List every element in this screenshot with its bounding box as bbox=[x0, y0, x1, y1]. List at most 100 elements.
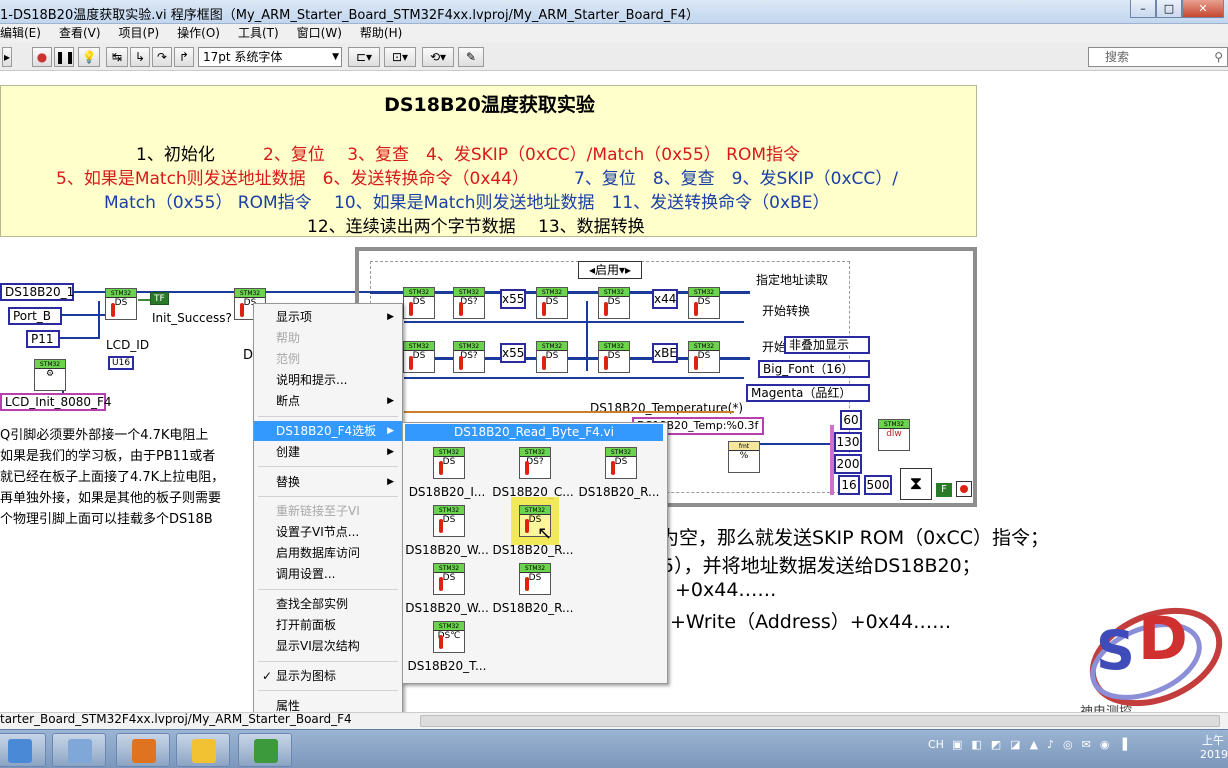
palette-item[interactable]: STM32 DS DS18B20_W... bbox=[405, 561, 489, 619]
right-note-line: 为空，那么就发送SKIP ROM（0xCC）指令； bbox=[660, 527, 1050, 549]
menu-item-description[interactable]: 说明和提示... bbox=[254, 370, 402, 390]
highlight-execution-icon[interactable]: 💡 bbox=[78, 47, 100, 67]
menu-item-visible-items[interactable]: 显示项 ▶ bbox=[254, 307, 402, 327]
menu-item-replace[interactable]: 替换 ▶ bbox=[254, 472, 402, 492]
write-addr-vi-icon[interactable]: STM32 DS bbox=[598, 287, 630, 319]
menu-item-breakpoint[interactable]: 断点 ▶ bbox=[254, 391, 402, 411]
run-arrow-icon[interactable]: ▸ bbox=[2, 47, 12, 67]
menu-edit[interactable]: 编辑(E) bbox=[0, 24, 41, 43]
note-title: DS18B20温度获取实验 bbox=[384, 94, 595, 116]
toolbar: ▸ ● ❚❚ 💡 ↹ ↳ ↷ ↱ 17pt 系统字体 ▼ ⊏▾ ⊡▾ ⟲▾ ✎ bbox=[0, 43, 1228, 71]
x-position-constant[interactable]: 60 bbox=[840, 410, 862, 430]
reorder-icon[interactable]: ⟲▾ bbox=[422, 47, 454, 67]
lcd-draw-vi-icon[interactable]: STM32 dlw bbox=[878, 419, 910, 451]
retain-wire-values-icon[interactable]: ↹ bbox=[106, 47, 128, 67]
u16-indicator[interactable]: U16 bbox=[108, 356, 135, 370]
case-selector[interactable]: ◂启用▾▸ bbox=[578, 261, 642, 279]
menu-tools[interactable]: 工具(T) bbox=[238, 24, 279, 43]
y-position-constant[interactable]: 130 bbox=[834, 432, 862, 452]
clock-bottom[interactable]: 2019 bbox=[1200, 748, 1228, 761]
tray-language[interactable]: CH bbox=[928, 738, 944, 751]
palette-item[interactable]: STM32 DS DS18B20_R... bbox=[491, 561, 575, 619]
hexbe-constant[interactable]: xBE bbox=[652, 343, 678, 363]
delay-constant[interactable]: 500 bbox=[864, 475, 892, 495]
menu-item-call-setup[interactable]: 调用设置... bbox=[254, 564, 402, 584]
menu-item-find-instances[interactable]: 查找全部实例 bbox=[254, 594, 402, 614]
menu-view[interactable]: 查看(V) bbox=[59, 24, 101, 43]
tray-icons[interactable]: ▣◧◩◪▲♪◎✉◉▐ bbox=[952, 738, 1192, 751]
write-vi-icon[interactable]: STM32 DS bbox=[688, 341, 720, 373]
cleanup-diagram-icon[interactable]: ✎ bbox=[458, 47, 484, 67]
palette-item[interactable]: STM32 DS DS18B20_W... bbox=[405, 503, 489, 561]
width-constant[interactable]: 200 bbox=[834, 454, 862, 474]
taskbar-explorer-app[interactable] bbox=[0, 733, 46, 767]
menu-help[interactable]: 帮助(H) bbox=[360, 24, 402, 43]
distribute-objects-icon[interactable]: ⊡▾ bbox=[384, 47, 416, 67]
search-input[interactable]: 搜索 ⚲ bbox=[1088, 47, 1228, 67]
abort-icon[interactable]: ● bbox=[32, 47, 52, 67]
step-into-icon[interactable]: ↳ bbox=[130, 47, 150, 67]
taskbar-camtasia-app[interactable] bbox=[238, 733, 292, 767]
wait-timer-icon[interactable]: ⧗ bbox=[900, 468, 932, 500]
format-vi-icon[interactable]: fmt% bbox=[728, 441, 760, 473]
palette-item[interactable]: STM32 DS DS18B20_I... bbox=[405, 445, 489, 503]
menu-item-relink[interactable]: 重新链接至子VI bbox=[254, 501, 402, 521]
step-over-icon[interactable]: ↷ bbox=[152, 47, 172, 67]
ds18b20-ref-control[interactable]: DS18B20_1 bbox=[0, 283, 74, 301]
write-addr-vi-icon[interactable]: STM32 DS bbox=[598, 341, 630, 373]
stop-condition-icon[interactable] bbox=[956, 481, 972, 497]
left-note-line: 就已经在板子上面接了4.7K上拉电阻， bbox=[0, 470, 225, 485]
reset-vi-icon[interactable]: STM32 DS bbox=[403, 341, 435, 373]
write-vi-icon[interactable]: STM32 DS bbox=[536, 287, 568, 319]
palette-item[interactable]: STM32 DS? DS18B20_C... bbox=[491, 445, 575, 503]
menu-project[interactable]: 项目(P) bbox=[119, 24, 160, 43]
wire bbox=[404, 377, 744, 379]
menu-item-subvi-node-setup[interactable]: 设置子VI节点... bbox=[254, 522, 402, 542]
close-button[interactable]: ✕ bbox=[1182, 0, 1224, 18]
menu-item-database-access[interactable]: 启用数据库访问 bbox=[254, 543, 402, 563]
taskbar-window-app[interactable] bbox=[52, 733, 106, 767]
overlay-mode-constant[interactable]: 非叠加显示 bbox=[784, 336, 870, 354]
palette-item[interactable]: STM32 DS DS18B20_R... bbox=[577, 445, 661, 503]
font-constant[interactable]: Big_Font（16） bbox=[758, 360, 870, 378]
port-constant[interactable]: Port_B bbox=[8, 307, 62, 325]
clock-top[interactable]: 上午 bbox=[1202, 732, 1224, 748]
wire bbox=[58, 337, 98, 339]
menu-window[interactable]: 窗口(W) bbox=[297, 24, 342, 43]
hex55-constant[interactable]: x55 bbox=[500, 343, 526, 363]
hex55-constant[interactable]: x55 bbox=[500, 289, 526, 309]
bool-indicator[interactable]: TF bbox=[150, 292, 169, 305]
height-constant[interactable]: 16 bbox=[838, 475, 860, 495]
menu-item-show-hierarchy[interactable]: 显示VI层次结构 bbox=[254, 636, 402, 656]
menu-operate[interactable]: 操作(O) bbox=[177, 24, 220, 43]
lcd-init-vi-icon[interactable]: STM32 ⚙ bbox=[34, 359, 66, 391]
color-constant[interactable]: Magenta（品红） bbox=[746, 384, 870, 402]
menu-item-create[interactable]: 创建 ▶ bbox=[254, 442, 402, 462]
menu-item-open-front-panel[interactable]: 打开前面板 bbox=[254, 615, 402, 635]
taskbar-labview-app[interactable] bbox=[176, 733, 230, 767]
palette-item[interactable]: STM32 DS℃ DS18B20_T... bbox=[405, 619, 489, 677]
lcd-init-constant[interactable]: LCD_Init_8080_F4 bbox=[0, 393, 112, 411]
menu-item-ds18b20-palette[interactable]: DS18B20_F4选板 ▶ bbox=[254, 421, 402, 441]
reset-vi-icon[interactable]: STM32 DS bbox=[403, 287, 435, 319]
check-vi-icon[interactable]: STM32 DS? bbox=[453, 341, 485, 373]
write-vi-icon[interactable]: STM32 DS bbox=[688, 287, 720, 319]
false-constant[interactable]: F bbox=[936, 483, 952, 497]
step-out-icon[interactable]: ↱ bbox=[174, 47, 194, 67]
hex44-constant[interactable]: x44 bbox=[652, 289, 678, 309]
menu-item-examples[interactable]: 范例 bbox=[254, 349, 402, 369]
taskbar-pdf-app[interactable] bbox=[116, 733, 170, 767]
palette-item-hovered[interactable]: STM32 DS DS18B20_R... bbox=[491, 503, 575, 561]
write-vi-icon[interactable]: STM32 DS bbox=[536, 341, 568, 373]
pin-constant[interactable]: P11 bbox=[26, 330, 60, 348]
ds18b20-init-vi-icon[interactable]: STM32 DS bbox=[105, 288, 137, 320]
font-select[interactable]: 17pt 系统字体 ▼ bbox=[198, 47, 342, 67]
minimize-button[interactable]: – bbox=[1130, 0, 1156, 18]
check-vi-icon[interactable]: STM32 DS? bbox=[453, 287, 485, 319]
pause-icon[interactable]: ❚❚ bbox=[54, 47, 75, 67]
menu-item-help[interactable]: 帮助 bbox=[254, 328, 402, 348]
menu-item-view-as-icon[interactable]: ✓ 显示为图标 bbox=[254, 666, 402, 686]
maximize-button[interactable]: □ bbox=[1156, 0, 1182, 18]
align-objects-icon[interactable]: ⊏▾ bbox=[348, 47, 380, 67]
scrollbar-thumb[interactable] bbox=[420, 715, 1220, 727]
